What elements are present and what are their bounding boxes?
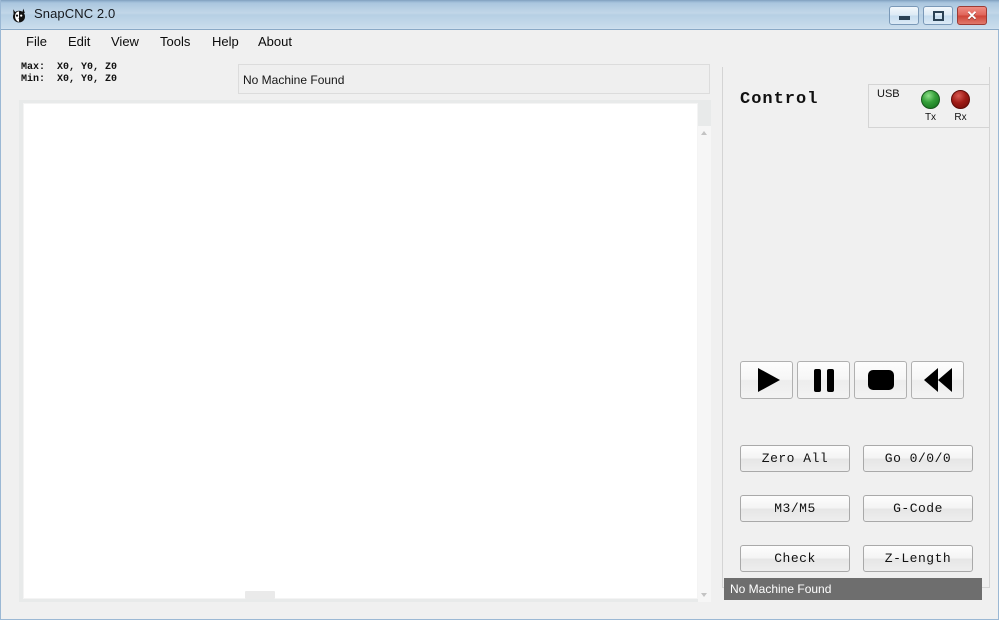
horizontal-scroll-thumb[interactable]	[245, 591, 275, 599]
pause-icon	[798, 362, 849, 398]
m3-m5-button[interactable]: M3/M5	[740, 495, 850, 522]
drawing-canvas-container	[19, 100, 711, 602]
menu-item-edit[interactable]: Edit	[61, 33, 97, 51]
menu-item-tools[interactable]: Tools	[153, 33, 197, 51]
menu-item-about[interactable]: About	[251, 33, 299, 51]
status-bar: No Machine Found	[724, 578, 982, 600]
extents-max-line: Max: X0, Y0, Z0	[21, 62, 118, 73]
z-length-button[interactable]: Z-Length	[863, 545, 973, 572]
go-zero-button[interactable]: Go 0/0/0	[863, 445, 973, 472]
title-bar: SnapCNC 2.0 ✕	[1, 0, 999, 30]
machine-status-field: No Machine Found	[238, 64, 710, 94]
menu-item-file[interactable]: File	[19, 33, 54, 51]
rewind-icon	[912, 362, 963, 398]
play-button[interactable]	[740, 361, 793, 399]
canvas-vertical-scrollbar[interactable]	[698, 126, 711, 602]
app-cat-icon	[11, 7, 28, 24]
scroll-down-arrow-icon[interactable]	[698, 588, 711, 602]
control-group: X 0.00 Y 0.00 Z 0.00 F 0 S 0	[722, 67, 990, 588]
control-group-title: Control	[734, 90, 825, 109]
rx-label: Rx	[954, 112, 967, 123]
minimize-icon	[890, 7, 918, 24]
extents-readout: Max: X0, Y0, Z0 Min: X0, Y0, Z0	[21, 62, 117, 86]
stop-button[interactable]	[854, 361, 907, 399]
tx-label: Tx	[924, 112, 937, 123]
menu-item-view[interactable]: View	[104, 33, 146, 51]
rx-led-icon	[951, 90, 970, 109]
stop-icon	[855, 362, 906, 398]
minimize-button[interactable]	[889, 6, 919, 25]
zero-all-button[interactable]: Zero All	[740, 445, 850, 472]
close-icon: ✕	[958, 7, 986, 24]
close-glyph: ✕	[966, 8, 978, 23]
check-button[interactable]: Check	[740, 545, 850, 572]
usb-label: USB	[877, 88, 900, 100]
canvas-horizontal-scrollbar[interactable]	[23, 589, 698, 601]
pause-button[interactable]	[797, 361, 850, 399]
maximize-button[interactable]	[923, 6, 953, 25]
menu-item-help[interactable]: Help	[205, 33, 246, 51]
machine-status-text: No Machine Found	[243, 73, 345, 87]
extents-min-line: Min: X0, Y0, Z0	[21, 74, 118, 85]
close-button[interactable]: ✕	[957, 6, 987, 25]
g-code-button[interactable]: G-Code	[863, 495, 973, 522]
bottom-frame-strip	[2, 612, 998, 618]
client-area: File Edit View Tools Help About Max: X0,…	[2, 30, 998, 618]
play-icon	[741, 362, 792, 398]
menu-bar: File Edit View Tools Help About	[2, 30, 998, 54]
drawing-canvas[interactable]	[23, 103, 698, 599]
tx-led-icon	[921, 90, 940, 109]
window-title: SnapCNC 2.0	[34, 6, 116, 21]
application-window: SnapCNC 2.0 ✕ File Edit View Tools Help …	[0, 0, 999, 620]
status-bar-text: No Machine Found	[730, 582, 832, 596]
scroll-up-arrow-icon[interactable]	[698, 126, 711, 140]
rewind-button[interactable]	[911, 361, 964, 399]
maximize-icon	[924, 7, 952, 24]
